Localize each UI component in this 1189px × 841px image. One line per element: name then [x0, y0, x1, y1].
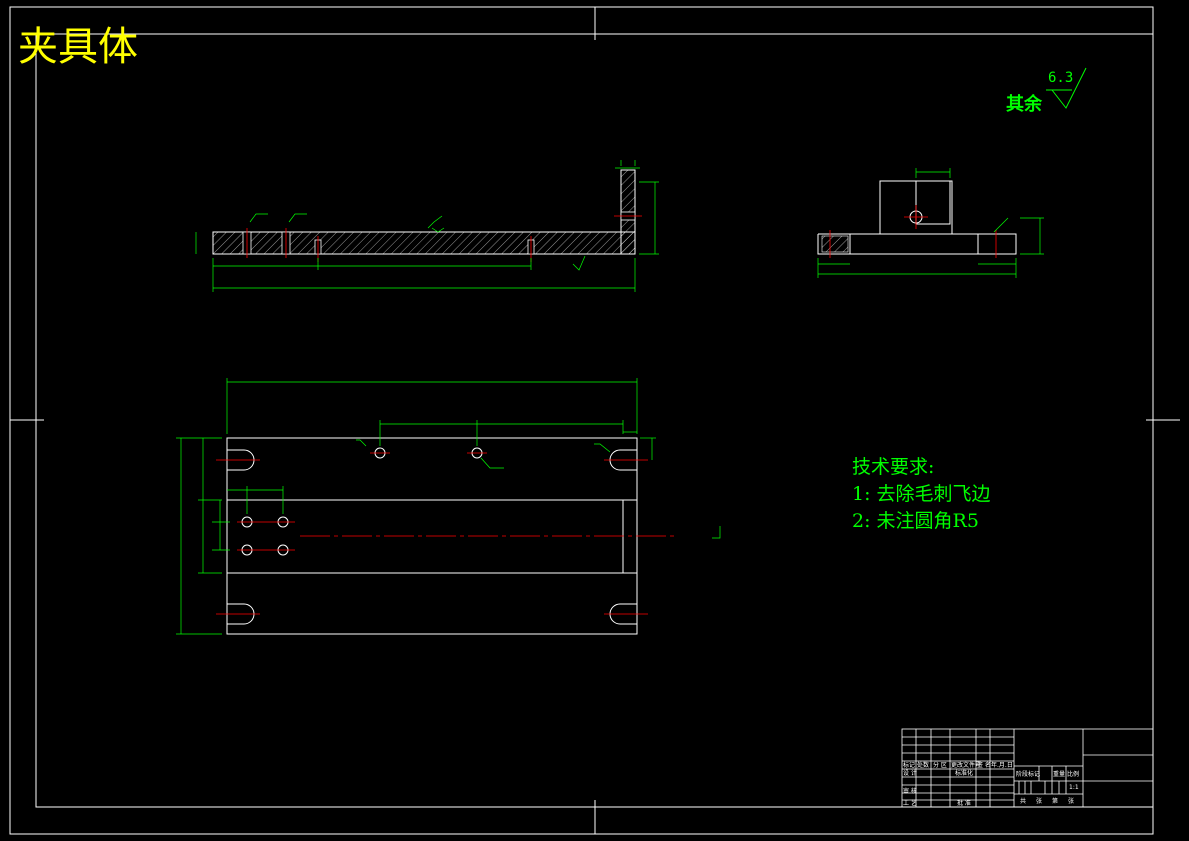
tb-sheet-unit2: 张	[1068, 798, 1075, 805]
inner-frame	[35, 33, 1154, 808]
tb-process: 工 艺	[903, 800, 917, 807]
front-section-view	[195, 160, 659, 292]
tb-design: 设 计	[903, 770, 917, 777]
tb-scale: 1:1	[1069, 784, 1079, 791]
tb-scale-label: 比例	[1067, 771, 1080, 778]
side-hatch	[821, 235, 849, 253]
top-channel	[226, 499, 638, 574]
tb-sign: 签 名	[977, 762, 991, 769]
side-view	[817, 168, 1044, 278]
tb-stage: 阶段标记	[1016, 771, 1041, 778]
tb-weight: 重量	[1053, 771, 1066, 778]
tb-sheet-unit1: 张	[1036, 798, 1043, 805]
roughness-value: 6.3	[1048, 70, 1074, 86]
roughness-label: 其余	[1006, 94, 1042, 115]
tech-heading: 技术要求:	[852, 456, 935, 478]
cad-drawing	[9, 6, 1180, 835]
tb-count: 处数	[917, 762, 930, 769]
tb-sheet-no: 第	[1052, 798, 1059, 805]
side-inner-slot	[915, 180, 951, 225]
tb-mark: 标记	[903, 762, 916, 769]
tb-date: 年.月.日	[991, 762, 1013, 769]
tb-sheet-total: 共	[1020, 798, 1027, 805]
base-plate-section	[212, 231, 636, 255]
tb-approve: 批 准	[957, 800, 971, 807]
technical-requirements: 技术要求: 1: 去除毛刺飞边 2: 未注圆角R5	[852, 454, 991, 535]
outer-frame	[9, 6, 1154, 835]
tb-standard: 标准化	[955, 770, 974, 777]
centering-marks	[10, 7, 1180, 834]
tb-zone: 分 区	[933, 762, 947, 769]
tech-item-2: 2: 未注圆角R5	[852, 510, 979, 532]
tb-review: 审 核	[903, 788, 917, 795]
top-view	[176, 378, 721, 635]
tech-item-1: 1: 去除毛刺飞边	[852, 483, 991, 505]
drawing-title: 夹具体	[18, 24, 138, 70]
